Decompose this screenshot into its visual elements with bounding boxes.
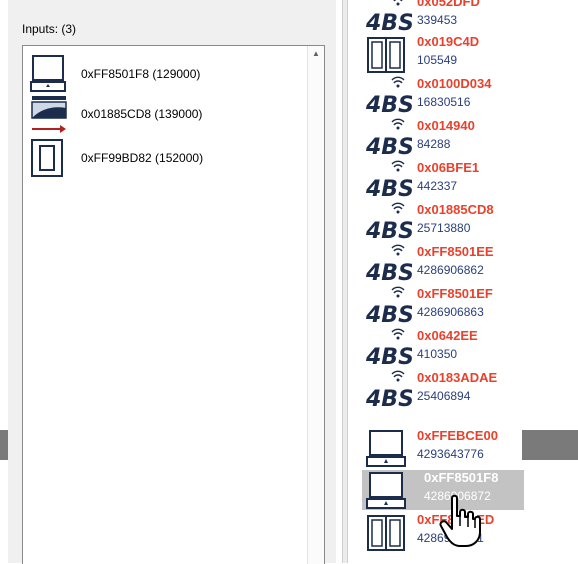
inputs-title: Inputs: (3) [22, 22, 77, 36]
4bs-wireless-icon [364, 76, 412, 116]
input-item-projector[interactable]: 0x01885CD8 (139000) [23, 94, 293, 134]
device-number: 410350 [417, 347, 458, 361]
device-list[interactable]: 4BS 0x052DFD 339453 0x019C4D 105549 0x01… [362, 0, 532, 563]
input-item-door[interactable]: 0xFF99BD82 (152000) [23, 138, 293, 178]
device-item[interactable]: 0x0642EE 410350 [362, 326, 532, 368]
device-name: 0x0642EE [417, 328, 478, 343]
input-item-label: 0x01885CD8 (139000) [81, 107, 203, 121]
device-number: 84288 [417, 137, 451, 151]
4bs-wireless-icon [364, 202, 412, 242]
laptop-icon [30, 55, 66, 92]
device-name: 0x06BFE1 [417, 160, 480, 175]
device-number: 339453 [417, 13, 458, 27]
device-item[interactable]: 0x014940 84288 [362, 116, 532, 158]
hand-cursor-icon [439, 494, 481, 547]
device-number: 4293643776 [417, 447, 484, 461]
laptop-icon [366, 430, 406, 467]
device-name: 0x014940 [417, 118, 475, 133]
device-number: 4286906863 [417, 305, 484, 319]
input-item-laptop[interactable]: 0xFF8501F8 (129000) [23, 54, 293, 94]
scrollbar[interactable]: ▲ [307, 46, 324, 564]
device-item[interactable]: 0xFFEBCE00 4293643776 [362, 426, 532, 468]
4bs-wireless-icon [364, 370, 412, 410]
device-name: 0x0100D034 [417, 76, 492, 91]
device-name: 0x019C4D [417, 34, 480, 49]
4bs-wireless-icon [364, 328, 412, 368]
background-bar-left [0, 430, 8, 460]
laptop-icon [366, 472, 406, 509]
device-item[interactable]: 0xFF8501EE 4286906862 [362, 242, 532, 284]
device-item[interactable]: 0x0183ADAE 25406894 [362, 368, 532, 410]
splitter[interactable] [342, 0, 348, 563]
input-item-label: 0xFF8501F8 (129000) [81, 67, 201, 81]
device-name: 0x01885CD8 [417, 202, 494, 217]
input-item-label: 0xFF99BD82 (152000) [81, 151, 204, 165]
inputs-panel: Inputs: (3) ▲ 0xFF8501F8 (129000) 0x0188… [8, 0, 337, 564]
device-name: 0x052DFD [417, 0, 480, 9]
device-number: 16830516 [417, 95, 471, 109]
door-sensor-icon [31, 139, 63, 177]
4bs-wireless-icon [364, 160, 412, 200]
device-item[interactable]: 0x01885CD8 25713880 [362, 200, 532, 242]
device-item[interactable]: 0xFF8501EF 4286906863 [362, 284, 532, 326]
4bs-wireless-icon [364, 244, 412, 284]
device-item[interactable]: 0x019C4D 105549 [362, 32, 532, 74]
inputs-list[interactable]: ▲ 0xFF8501F8 (129000) 0x01885CD8 (139000… [22, 45, 325, 564]
device-item[interactable]: 0x052DFD 339453 [362, 0, 532, 34]
window-icon [367, 515, 405, 551]
device-number: 25713880 [417, 221, 471, 235]
device-number: 25406894 [417, 389, 471, 403]
device-name: 0xFFEBCE00 [417, 428, 498, 443]
projector-output-icon [31, 96, 67, 133]
device-number: 105549 [417, 53, 458, 67]
device-name: 0x0183ADAE [417, 370, 498, 385]
device-number: 442337 [417, 179, 458, 193]
4bs-wireless-icon [364, 0, 412, 34]
4bs-wireless-icon [364, 286, 412, 326]
device-item[interactable]: 0x06BFE1 442337 [362, 158, 532, 200]
device-item[interactable]: 0x0100D034 16830516 [362, 74, 532, 116]
scroll-up-button[interactable]: ▲ [308, 46, 324, 62]
device-name: 0xFF8501EE [417, 244, 494, 259]
4bs-wireless-icon [364, 118, 412, 158]
window-icon [367, 37, 405, 73]
device-number: 4286906862 [417, 263, 484, 277]
device-name: 0xFF8501EF [417, 286, 493, 301]
device-name: 0xFF8501F8 [424, 470, 499, 485]
